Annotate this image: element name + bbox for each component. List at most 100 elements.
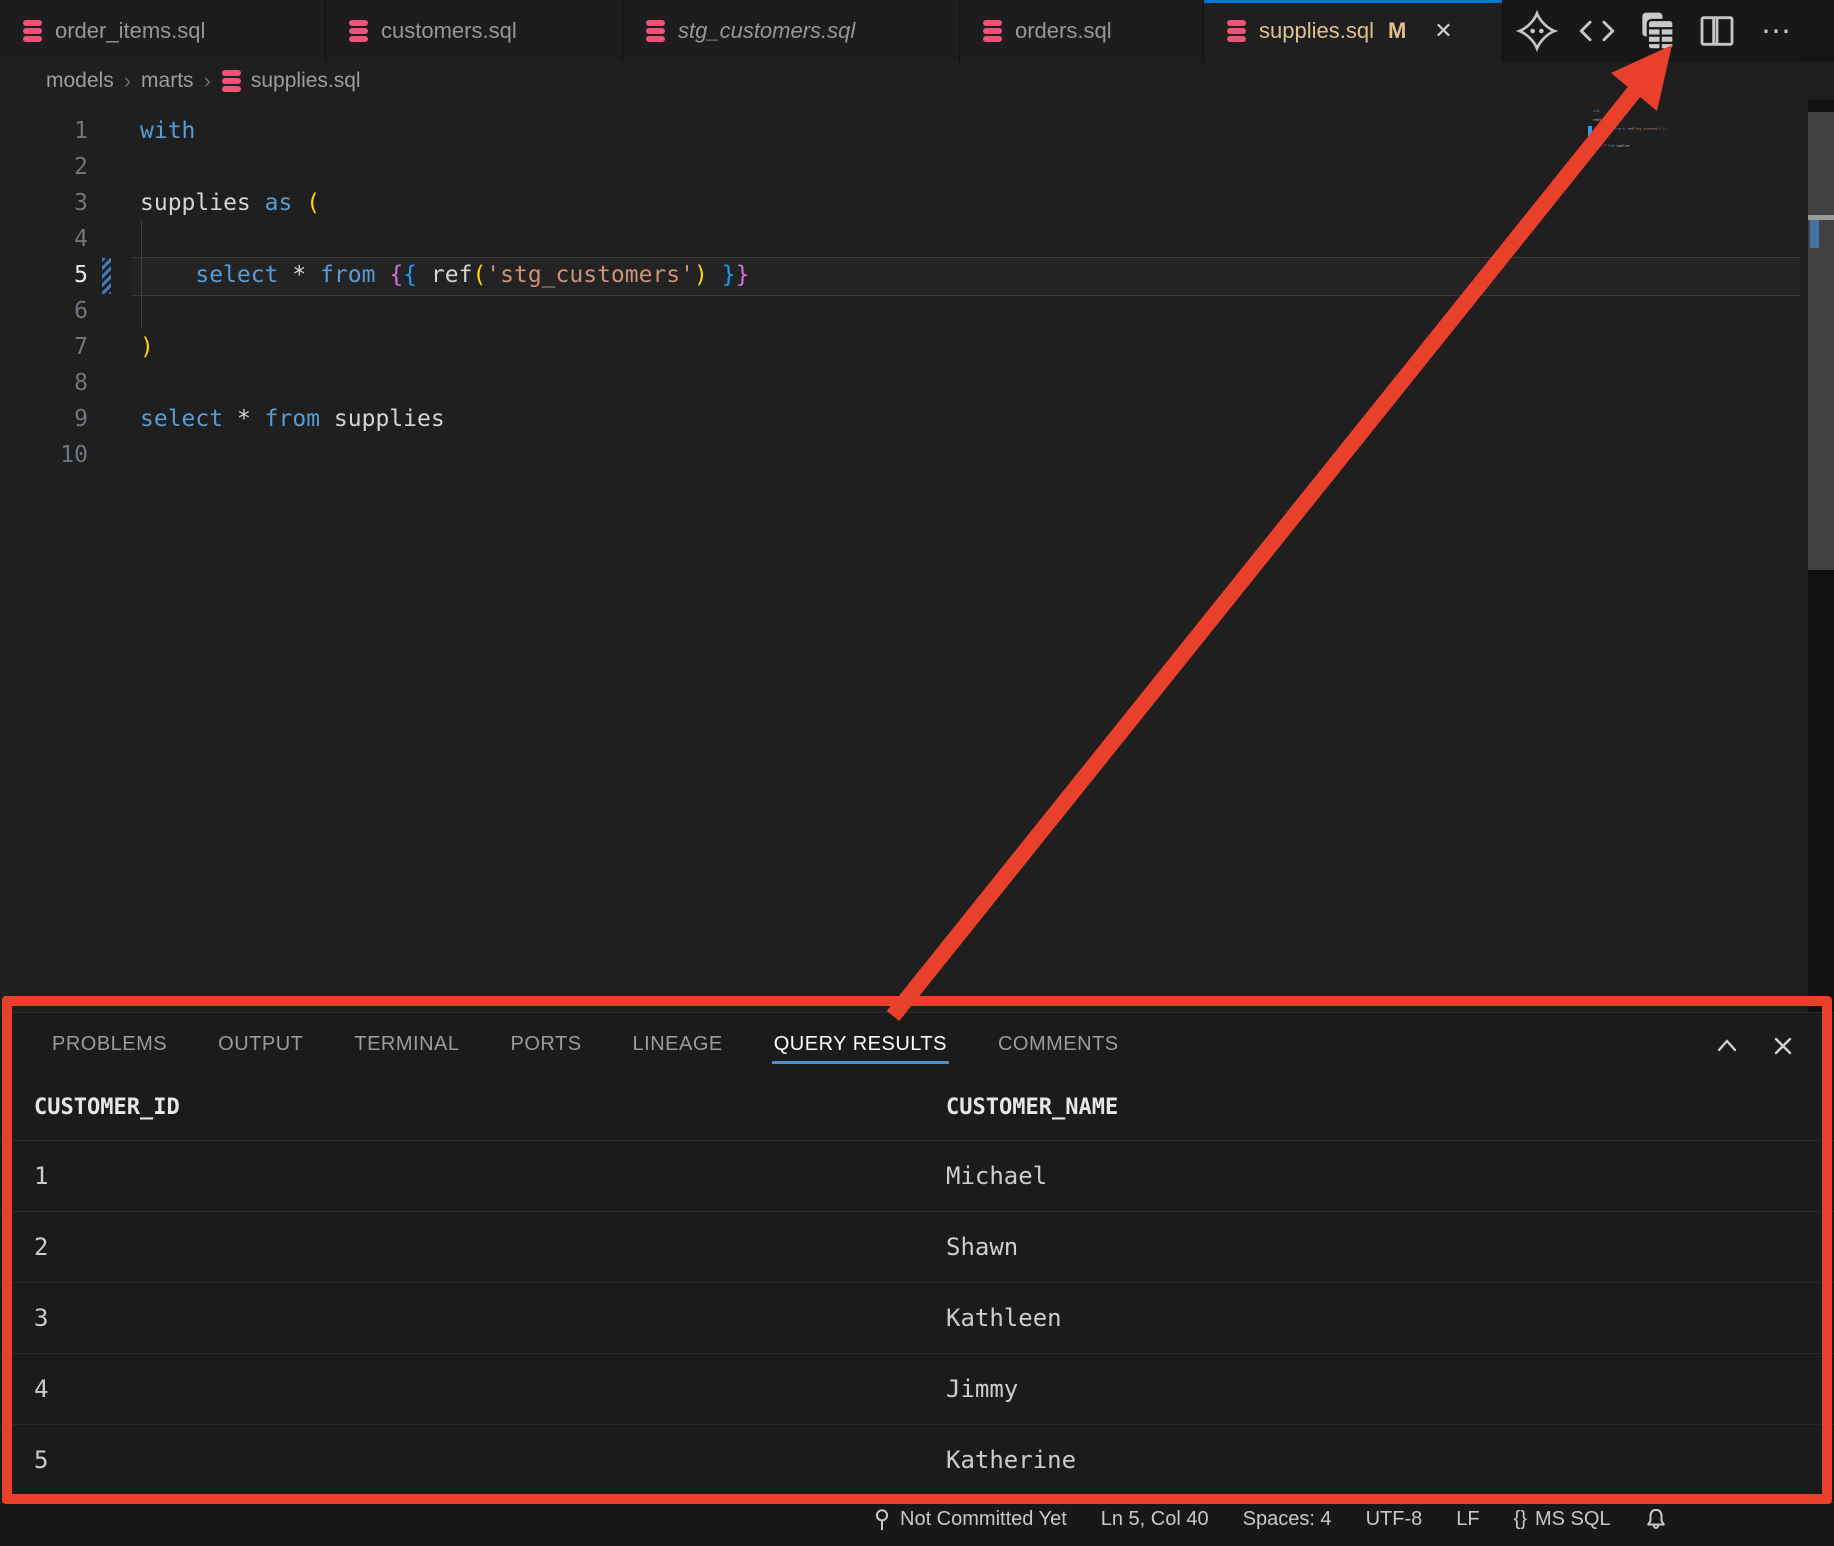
line-number: 7 [0, 329, 88, 365]
status-indentation[interactable]: Spaces: 4 [1243, 1506, 1332, 1532]
status-encoding[interactable]: UTF-8 [1366, 1506, 1423, 1532]
code-line: 10 [0, 437, 1808, 473]
code-line: 9select * from supplies [0, 401, 1808, 437]
code-line: 5 select * from {{ ref('stg_customers') … [0, 257, 1808, 293]
table-header-row: CUSTOMER_IDCUSTOMER_NAME [0, 1075, 1834, 1140]
status-label: LF [1456, 1508, 1479, 1531]
code-text: ) [1593, 135, 1595, 139]
editor-actions: ⋯ [1506, 0, 1800, 62]
panel-tab-ports[interactable]: PORTS [509, 1019, 584, 1070]
breadcrumb-separator: › [124, 68, 131, 94]
panel-tab-query-results[interactable]: QUERY RESULTS [772, 1019, 949, 1070]
code-line: 7) [0, 329, 1808, 365]
bell-icon [1645, 1507, 1667, 1531]
breadcrumb-item-models[interactable]: models [46, 69, 114, 93]
status-bar: Not Committed Yet Ln 5, Col 40 Spaces: 4 UT… [0, 1502, 1834, 1546]
column-header-customer_name[interactable]: CUSTOMER_NAME [912, 1095, 1824, 1120]
tab-order_items-sql[interactable]: order_items.sql [0, 0, 326, 62]
database-icon [221, 69, 242, 93]
line-number: 5 [0, 257, 88, 293]
editor-scrollbar[interactable] [1808, 112, 1834, 570]
code-text: with [1593, 109, 1600, 113]
panel-tab-comments[interactable]: COMMENTS [996, 1019, 1121, 1070]
minimap[interactable]: withsupplies as ( select * from {{ ref('… [1593, 109, 1813, 219]
query-results-table: CUSTOMER_IDCUSTOMER_NAME1Michael2Shawn3K… [0, 1075, 1834, 1495]
table-cell: Shawn [912, 1233, 1824, 1261]
table-row: 3Kathleen [0, 1282, 1834, 1353]
code-text [88, 293, 140, 329]
breadcrumb-label: marts [141, 69, 194, 93]
table-cell: 2 [0, 1233, 912, 1261]
status-label: UTF-8 [1366, 1508, 1423, 1531]
panel-tab-terminal[interactable]: TERMINAL [352, 1019, 461, 1070]
table-cell: 5 [0, 1446, 912, 1474]
table-row: 1Michael [0, 1140, 1834, 1211]
dbt-icon[interactable] [1514, 8, 1560, 54]
code-text: select * from supplies [88, 401, 445, 437]
git-commit-icon [872, 1507, 892, 1531]
code-line: 3supplies as ( [0, 185, 1808, 221]
table-cell: Katherine [912, 1446, 1824, 1474]
code-text [88, 221, 140, 257]
panel-tab-lineage[interactable]: LINEAGE [631, 1019, 725, 1070]
status-git-status[interactable]: Not Committed Yet [872, 1506, 1067, 1532]
code-line: 4 [0, 221, 1808, 257]
status-eol[interactable]: LF [1456, 1506, 1479, 1532]
breadcrumb-label: models [46, 69, 114, 93]
split-editor-icon[interactable] [1694, 8, 1740, 54]
tab-stg_customers-sql[interactable]: stg_customers.sql [623, 0, 960, 62]
code-line: 8 [0, 365, 1808, 401]
database-icon [1226, 19, 1247, 43]
code-line: 1with [0, 113, 1808, 149]
braces-icon: {} [1514, 1508, 1527, 1531]
code-line: 6 [0, 293, 1808, 329]
close-panel-icon[interactable] [1768, 1031, 1798, 1061]
code-editor[interactable]: 1with23supplies as (45 select * from {{ … [0, 100, 1808, 1012]
maximize-panel-icon[interactable] [1712, 1031, 1742, 1061]
status-label: Not Committed Yet [900, 1508, 1067, 1531]
breadcrumb-item-supplies-sql[interactable]: supplies.sql [221, 69, 361, 93]
bottom-panel: PROBLEMS OUTPUT TERMINAL PORTS LINEAGE QUERY … [0, 1012, 1834, 1503]
database-icon [22, 19, 43, 43]
tab-label: order_items.sql [55, 18, 205, 44]
tab-label: supplies.sql [1259, 18, 1374, 44]
table-cell: Michael [912, 1162, 1824, 1190]
breadcrumb-label: supplies.sql [251, 69, 361, 93]
tab-label: customers.sql [381, 18, 517, 44]
table-cell: 1 [0, 1162, 912, 1190]
vscode-window: { "colors":{ "accent_blue":"#0078d4","pa… [0, 0, 1834, 1524]
status-cursor-position[interactable]: Ln 5, Col 40 [1101, 1506, 1209, 1532]
column-header-customer_id[interactable]: CUSTOMER_ID [0, 1095, 912, 1120]
code-text: select * from {{ ref('stg_customers') }} [88, 257, 749, 293]
status-language-mode[interactable]: {} MS SQL [1514, 1506, 1611, 1532]
close-tab-icon[interactable]: ✕ [1428, 18, 1458, 44]
tab-customers-sql[interactable]: customers.sql [326, 0, 623, 62]
status-notifications[interactable] [1645, 1506, 1667, 1532]
tab-supplies-sql[interactable]: supplies.sqlM✕ [1204, 0, 1503, 62]
table-cell: 4 [0, 1375, 912, 1403]
code-text: supplies as ( [88, 185, 320, 221]
tab-label: stg_customers.sql [678, 18, 855, 44]
tab-orders-sql[interactable]: orders.sql [960, 0, 1204, 62]
panel-actions [1712, 1031, 1798, 1061]
panel-tab-problems[interactable]: PROBLEMS [50, 1019, 169, 1070]
database-icon [982, 19, 1003, 43]
tab-label: orders.sql [1015, 18, 1112, 44]
code-text [88, 149, 140, 185]
line-number: 9 [0, 401, 88, 437]
code-text: select * from {{ ref('stg_customers') }} [1593, 126, 1666, 130]
line-number: 8 [0, 365, 88, 401]
line-number: 10 [0, 437, 88, 473]
panel-tab-output[interactable]: OUTPUT [216, 1019, 305, 1070]
table-cell: Jimmy [912, 1375, 1824, 1403]
breadcrumb-item-marts[interactable]: marts [141, 69, 194, 93]
line-number: 1 [0, 113, 88, 149]
database-icon [645, 19, 666, 43]
status-label: Spaces: 4 [1243, 1508, 1332, 1531]
code-icon[interactable] [1574, 8, 1620, 54]
more-actions-icon[interactable]: ⋯ [1754, 8, 1800, 54]
code-text: ) [88, 329, 154, 365]
status-label: MS SQL [1535, 1508, 1611, 1531]
breadcrumb: models›marts›supplies.sql [0, 62, 1834, 100]
query-results-icon[interactable] [1634, 8, 1680, 54]
